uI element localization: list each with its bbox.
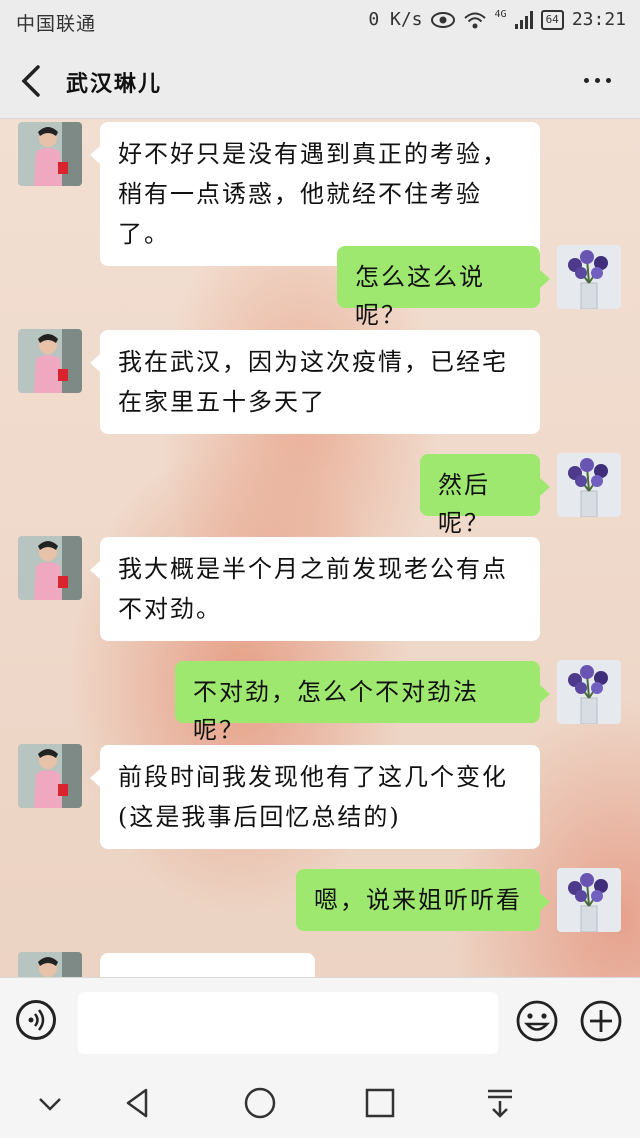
chevron-down-icon[interactable] xyxy=(32,1085,68,1121)
emoji-icon[interactable] xyxy=(516,1000,558,1042)
contact-avatar[interactable] xyxy=(18,952,82,977)
user-avatar[interactable] xyxy=(557,245,621,309)
system-nav-bar xyxy=(0,1067,640,1138)
chevron-left-icon[interactable] xyxy=(18,64,48,98)
message-list[interactable]: 好不好只是没有遇到真正的考验，稍有一点诱惑，他就经不住考验了。 怎么这么说呢？ … xyxy=(0,119,640,977)
message-input[interactable] xyxy=(78,992,498,1054)
received-message[interactable]: 我大概是半个月之前发现老公有点不对劲。 xyxy=(90,537,540,641)
home-circle-icon[interactable] xyxy=(242,1085,278,1121)
chat-title: 武汉琳儿 xyxy=(66,72,163,97)
voice-input-icon[interactable] xyxy=(16,1000,56,1040)
status-indicators: 0 K/s 4G 64 23:21 xyxy=(368,9,626,30)
eye-icon xyxy=(430,11,455,28)
sent-message[interactable]: 怎么这么说呢？ xyxy=(337,246,550,329)
received-message[interactable]: 前段时间我发现他有了这几个变化(这是我事后回忆总结的) xyxy=(90,745,540,849)
back-triangle-icon[interactable] xyxy=(120,1085,156,1121)
carrier-name: 中国联通 xyxy=(16,13,97,35)
contact-avatar[interactable] xyxy=(18,329,82,393)
more-dots-icon[interactable] xyxy=(584,70,620,90)
sent-message[interactable]: 然后呢？ xyxy=(420,454,550,537)
contact-avatar[interactable] xyxy=(18,536,82,600)
user-avatar[interactable] xyxy=(557,453,621,517)
notification-pull-icon[interactable] xyxy=(482,1085,518,1121)
clock: 23:21 xyxy=(571,9,626,30)
plus-icon[interactable] xyxy=(580,1000,622,1042)
sent-message[interactable]: 嗯，说来姐听听看 xyxy=(296,869,550,931)
network-speed: 0 K/s xyxy=(368,9,423,30)
status-bar: 中国联通 0 K/s 4G 64 23:21 xyxy=(0,0,640,44)
input-bar xyxy=(0,977,640,1068)
user-avatar[interactable] xyxy=(557,660,621,724)
contact-avatar[interactable] xyxy=(18,122,82,186)
signal-type: 4G xyxy=(494,9,507,20)
recents-square-icon[interactable] xyxy=(362,1085,398,1121)
signal-icon xyxy=(514,10,533,29)
sent-message[interactable]: 不对劲，怎么个不对劲法呢？ xyxy=(175,661,550,744)
received-message[interactable] xyxy=(100,953,315,977)
received-message[interactable]: 我在武汉，因为这次疫情，已经宅在家里五十多天了 xyxy=(90,330,540,434)
battery-icon: 64 xyxy=(540,9,564,30)
contact-avatar[interactable] xyxy=(18,744,82,808)
chat-header: 武汉琳儿 xyxy=(0,44,640,119)
received-message[interactable]: 好不好只是没有遇到真正的考验，稍有一点诱惑，他就经不住考验了。 xyxy=(90,122,540,266)
user-avatar[interactable] xyxy=(557,868,621,932)
wifi-icon xyxy=(463,12,486,28)
